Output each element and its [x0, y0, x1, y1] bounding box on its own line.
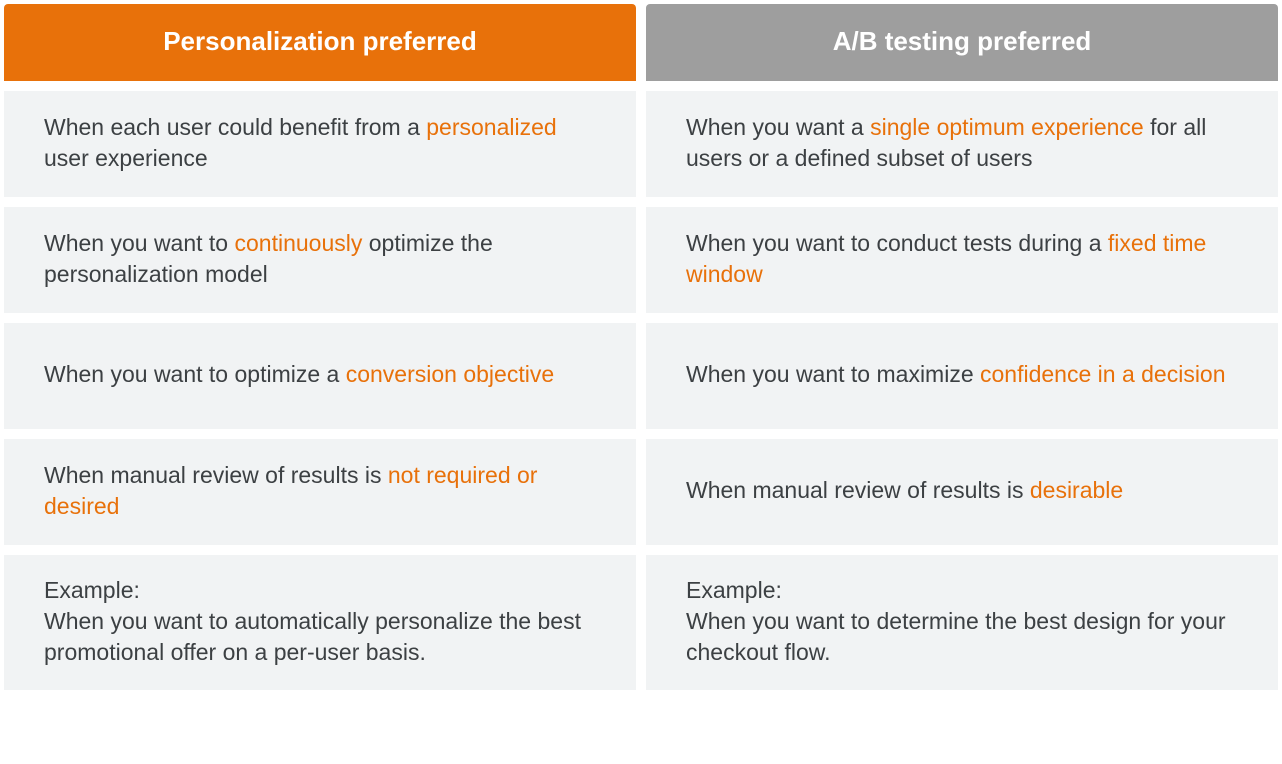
- cell-text: When manual review of results is desirab…: [686, 475, 1246, 506]
- table-cell: Example:When you want to automatically p…: [4, 555, 636, 690]
- table-cell: When you want to conduct tests during a …: [646, 207, 1278, 313]
- table-cell: When you want to maximize confidence in …: [646, 323, 1278, 429]
- comparison-table: Personalization preferred A/B testing pr…: [0, 0, 1282, 700]
- header-personalization: Personalization preferred: [4, 4, 636, 81]
- table-cell: When you want to optimize a conversion o…: [4, 323, 636, 429]
- table-cell: When you want to continuously optimize t…: [4, 207, 636, 313]
- table-cell: When you want a single optimum experienc…: [646, 91, 1278, 197]
- cell-text: When manual review of results is not req…: [44, 460, 604, 522]
- cell-text: When you want to continuously optimize t…: [44, 228, 604, 290]
- header-ab-testing: A/B testing preferred: [646, 4, 1278, 81]
- cell-text: When you want to maximize confidence in …: [686, 359, 1246, 390]
- cell-text: When each user could benefit from a pers…: [44, 112, 604, 174]
- cell-text: When you want to conduct tests during a …: [686, 228, 1246, 290]
- table-cell: When manual review of results is not req…: [4, 439, 636, 545]
- table-cell: Example:When you want to determine the b…: [646, 555, 1278, 690]
- cell-text: Example:When you want to automatically p…: [44, 575, 604, 668]
- cell-text: When you want to optimize a conversion o…: [44, 359, 604, 390]
- table-cell: When each user could benefit from a pers…: [4, 91, 636, 197]
- cell-text: Example:When you want to determine the b…: [686, 575, 1246, 668]
- table-cell: When manual review of results is desirab…: [646, 439, 1278, 545]
- cell-text: When you want a single optimum experienc…: [686, 112, 1246, 174]
